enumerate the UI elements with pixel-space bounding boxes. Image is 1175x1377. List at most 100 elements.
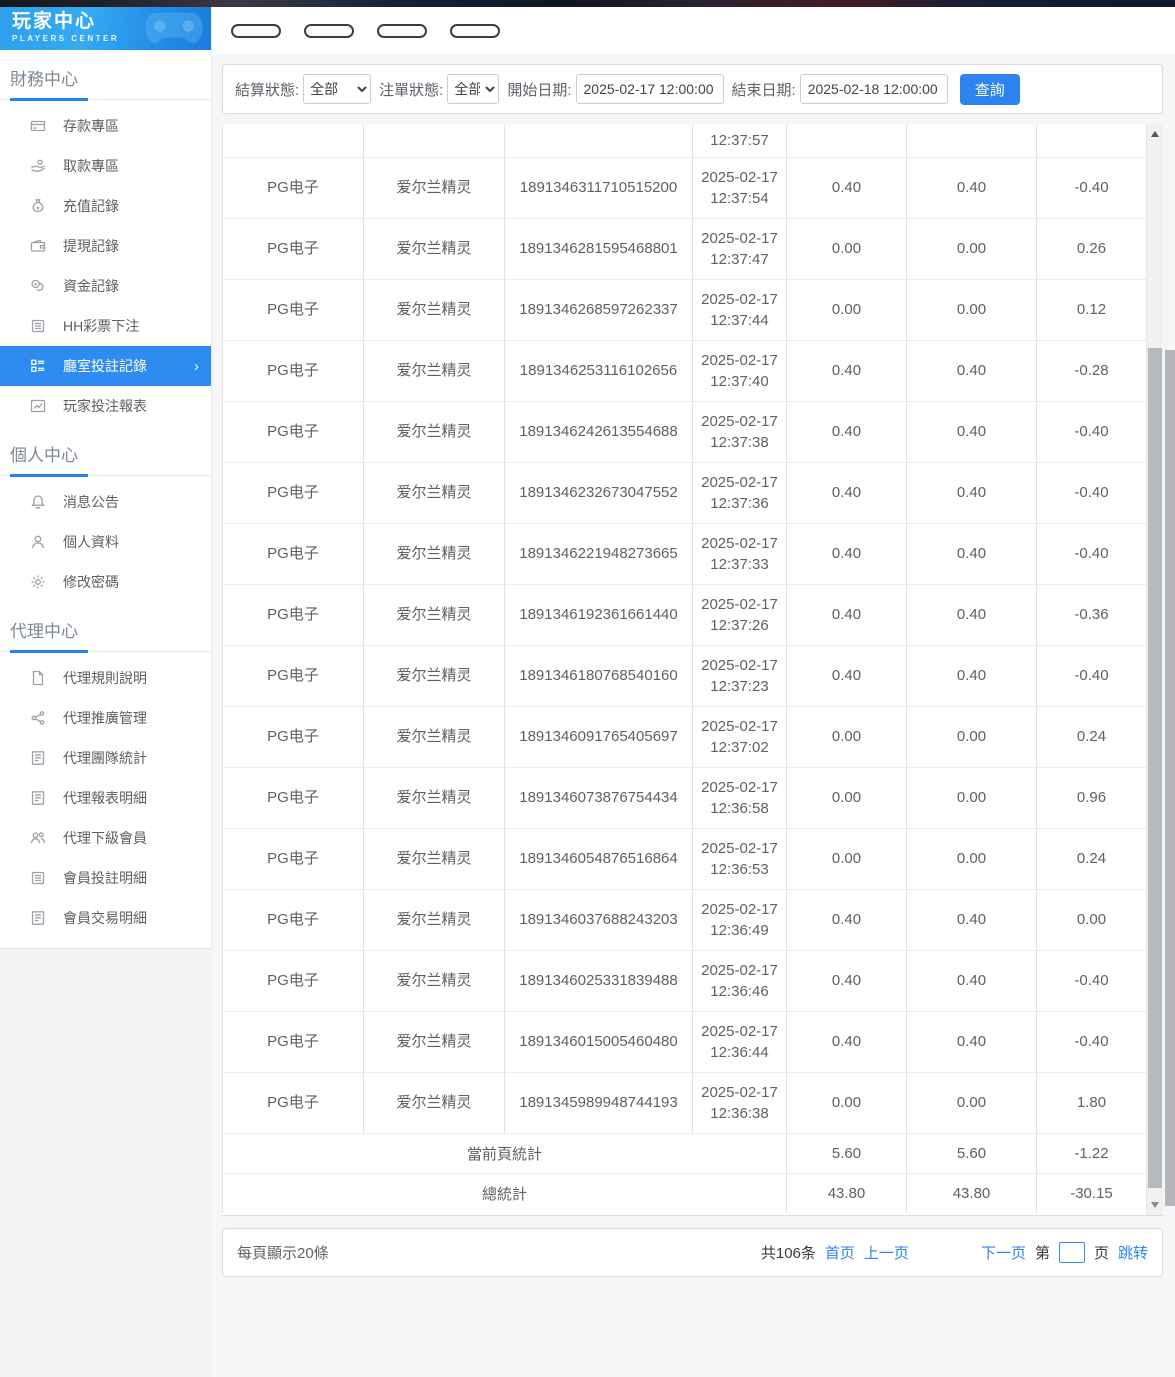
sidebar-item-label: 修改密碼 — [63, 574, 119, 590]
sidebar-item[interactable]: 代理推廣管理 — [0, 698, 211, 738]
datetime-cell: 2025-02-17 12:36:53 — [692, 827, 787, 889]
bet-amount-cell: 0.00 — [786, 827, 907, 889]
sidebar-item-label: 存款專區 — [63, 118, 119, 134]
page-total-label: 當前頁統計 — [222, 1132, 787, 1173]
table-scrollbar[interactable] — [1146, 124, 1163, 1215]
win-loss-cell: 0.24 — [1036, 705, 1147, 767]
sidebar-item[interactable]: 代理報表明細 — [0, 778, 211, 818]
grand-total-valid: 43.80 — [906, 1172, 1037, 1213]
sidebar-item-label: 消息公告 — [63, 494, 119, 510]
table-row: PG电子 爱尔兰精灵 1891346281595468801 2025-02-1… — [222, 217, 1147, 279]
menu-icon — [30, 870, 46, 886]
order-no-cell: 1891346281595468801 — [504, 217, 693, 279]
table-row: PG电子 爱尔兰精灵 1891346232673047552 2025-02-1… — [222, 461, 1147, 523]
platform-cell: PG电子 — [222, 156, 364, 218]
sidebar-item-label: 取款專區 — [63, 158, 119, 174]
sidebar-item[interactable]: 代理團隊統計 — [0, 738, 211, 778]
order-no-cell: 1891346253116102656 — [504, 339, 693, 401]
page-scrollbar-thumb[interactable] — [1165, 350, 1175, 1206]
table-row: PG电子 爱尔兰精灵 1891346180768540160 2025-02-1… — [222, 644, 1147, 706]
menu-icon — [30, 494, 46, 510]
order-no-cell: 1891346015005460480 — [504, 1010, 693, 1072]
sidebar-section: 個人中心 消息公告 個人資料 修改密碼 — [0, 426, 211, 602]
valid-bet-cell: 0.40 — [906, 949, 1037, 1011]
sidebar-item[interactable]: 充值記錄 — [0, 186, 211, 226]
table-row: PG电子 爱尔兰精灵 1891346311710515200 2025-02-1… — [222, 156, 1147, 218]
prev-page-link[interactable]: 上一页 — [864, 1242, 909, 1263]
valid-bet-cell: 0.00 — [906, 278, 1037, 340]
game-cell: 爱尔兰精灵 — [363, 949, 505, 1011]
sidebar-item[interactable]: 資金記錄 — [0, 266, 211, 306]
sidebar-item-label: HH彩票下注 — [63, 318, 140, 334]
menu-icon — [30, 830, 46, 846]
sidebar-item-label: 代理推廣管理 — [63, 710, 147, 726]
next-page-link[interactable]: 下一页 — [981, 1242, 1026, 1263]
datetime-cell: 2025-02-17 12:36:46 — [692, 949, 787, 1011]
sidebar-item[interactable]: 玩家投注報表 — [0, 386, 211, 426]
scroll-down-arrow-icon[interactable] — [1147, 1197, 1163, 1213]
sidebar-item[interactable]: 取款專區 — [0, 146, 211, 186]
sidebar-item[interactable]: 消息公告 — [0, 482, 211, 522]
platform-cell: PG电子 — [222, 827, 364, 889]
game-cell: 爱尔兰精灵 — [363, 583, 505, 645]
start-date-input[interactable] — [575, 74, 724, 104]
category-tab[interactable] — [304, 23, 354, 38]
sidebar-item[interactable]: 個人資料 — [0, 522, 211, 562]
datetime-cell: 2025-02-17 12:37:38 — [692, 400, 787, 462]
bet-amount-cell: 0.00 — [786, 705, 907, 767]
platform-cell: PG电子 — [222, 278, 364, 340]
sidebar-item[interactable]: 提現記錄 — [0, 226, 211, 266]
settle-status-select[interactable]: 全部 — [303, 74, 372, 104]
table-row: PG电子 爱尔兰精灵 1891346037688243203 2025-02-1… — [222, 888, 1147, 950]
order-no-cell: 1891346073876754434 — [504, 766, 693, 828]
sidebar-item[interactable]: 修改密碼 — [0, 562, 211, 602]
category-tab[interactable] — [231, 23, 281, 38]
table-row: PG电子 爱尔兰精灵 1891346253116102656 2025-02-1… — [222, 339, 1147, 401]
filter-bar: 結算狀態: 全部 注單狀態: 全部 開始日期: 結束日期: 查詢 — [222, 64, 1163, 114]
category-tab[interactable] — [377, 23, 427, 38]
menu-icon — [30, 318, 46, 334]
jump-page-input[interactable] — [1058, 1242, 1085, 1263]
sidebar-item-label: 代理團隊統計 — [63, 750, 147, 766]
table-row-partial: 12:37:57 — [222, 124, 1147, 157]
end-date-input[interactable] — [799, 74, 948, 104]
platform-cell: PG电子 — [222, 339, 364, 401]
valid-bet-cell: 0.00 — [906, 827, 1037, 889]
valid-bet-cell: 0.40 — [906, 644, 1037, 706]
valid-bet-cell: 0.00 — [906, 217, 1037, 279]
win-loss-cell: -0.28 — [1036, 339, 1147, 401]
order-status-select[interactable]: 全部 — [447, 74, 500, 104]
sidebar-item[interactable]: HH彩票下注 — [0, 306, 211, 346]
jump-button[interactable]: 跳转 — [1118, 1242, 1148, 1263]
sidebar-section: 代理中心 代理規則說明 代理推廣管理 代理團隊統計 代理報表明細 代理下級會員 … — [0, 602, 211, 938]
order-no-cell: 1891345989948744193 — [504, 1071, 693, 1133]
sidebar-item-label: 資金記錄 — [63, 278, 119, 294]
scroll-up-arrow-icon[interactable] — [1147, 126, 1163, 142]
order-no-cell: 1891346054876516864 — [504, 827, 693, 889]
pagination-controls: 共106条 首页 上一页 下一页 第 页 跳转 — [761, 1242, 1148, 1263]
menu-icon — [30, 790, 46, 806]
game-cell: 爱尔兰精灵 — [363, 156, 505, 218]
bet-amount-cell: 0.00 — [786, 278, 907, 340]
sidebar-item[interactable]: 代理下級會員 — [0, 818, 211, 858]
sidebar-item[interactable]: 會員交易明細 — [0, 898, 211, 938]
grand-total-bet: 43.80 — [786, 1172, 907, 1213]
table-row: PG电子 爱尔兰精灵 1891346073876754434 2025-02-1… — [222, 766, 1147, 828]
bet-amount-cell: 0.40 — [786, 1010, 907, 1072]
table-body: 12:37:57 PG电子 爱尔兰精灵 1891346311710515200 … — [222, 124, 1147, 1133]
category-tab[interactable] — [450, 23, 500, 38]
sidebar-item[interactable]: 存款專區 — [0, 106, 211, 146]
menu-icon — [30, 750, 46, 766]
menu-icon — [30, 238, 46, 254]
search-button[interactable]: 查詢 — [959, 73, 1020, 105]
scrollbar-thumb[interactable] — [1148, 347, 1162, 1188]
win-loss-cell: -0.40 — [1036, 644, 1147, 706]
sidebar-item[interactable]: 代理規則說明 — [0, 658, 211, 698]
game-cell: 爱尔兰精灵 — [363, 766, 505, 828]
valid-bet-cell: 0.40 — [906, 156, 1037, 218]
first-page-link[interactable]: 首页 — [825, 1242, 855, 1263]
sidebar-item[interactable]: 廳室投註記錄 › — [0, 346, 211, 386]
datetime-cell: 2025-02-17 12:37:33 — [692, 522, 787, 584]
game-cell: 爱尔兰精灵 — [363, 644, 505, 706]
sidebar-item[interactable]: 會員投註明細 — [0, 858, 211, 898]
